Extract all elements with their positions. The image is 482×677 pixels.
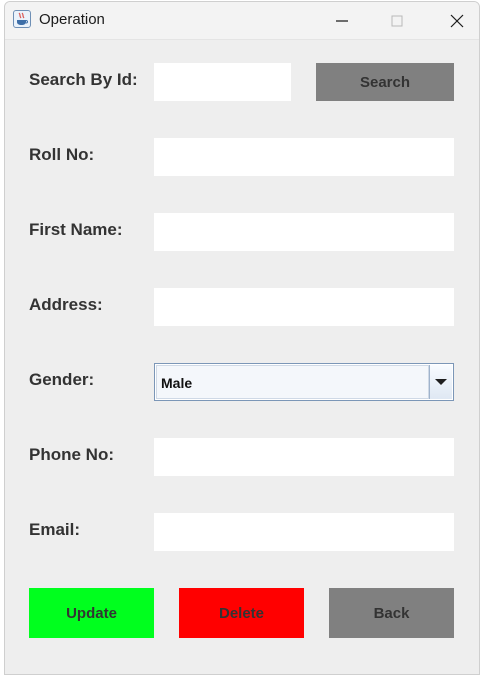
roll-no-input[interactable] [154,138,454,176]
gender-label: Gender: [29,370,95,389]
java-cup-icon [13,10,31,28]
search-id-input[interactable] [154,63,291,101]
address-label: Address: [29,295,103,314]
close-icon [450,14,464,28]
operation-window: Operation Search By Id: Search Roll No: … [4,1,480,675]
gender-dropdown-button[interactable] [429,365,452,399]
search-by-id-label: Search By Id: [29,70,138,89]
email-label: Email: [29,520,81,539]
gender-select[interactable]: Male [154,363,454,401]
gender-selected-value: Male [161,375,193,391]
close-button[interactable] [434,2,479,39]
maximize-icon [391,15,403,27]
phone-no-input[interactable] [154,438,454,476]
back-button[interactable]: Back [329,588,454,638]
phone-no-label: Phone No: [29,445,114,464]
window-title: Operation [39,11,105,28]
first-name-input[interactable] [154,213,454,251]
minimize-button[interactable] [319,2,365,39]
delete-button[interactable]: Delete [179,588,304,638]
email-input[interactable] [154,513,454,551]
maximize-button[interactable] [374,2,420,39]
search-button[interactable]: Search [316,63,454,101]
address-input[interactable] [154,288,454,326]
title-bar: Operation [5,2,479,40]
minimize-icon [336,20,348,22]
chevron-down-icon [435,379,447,385]
gender-select-field: Male [156,365,429,399]
roll-no-label: Roll No: [29,145,95,164]
update-button[interactable]: Update [29,588,154,638]
first-name-label: First Name: [29,220,123,239]
